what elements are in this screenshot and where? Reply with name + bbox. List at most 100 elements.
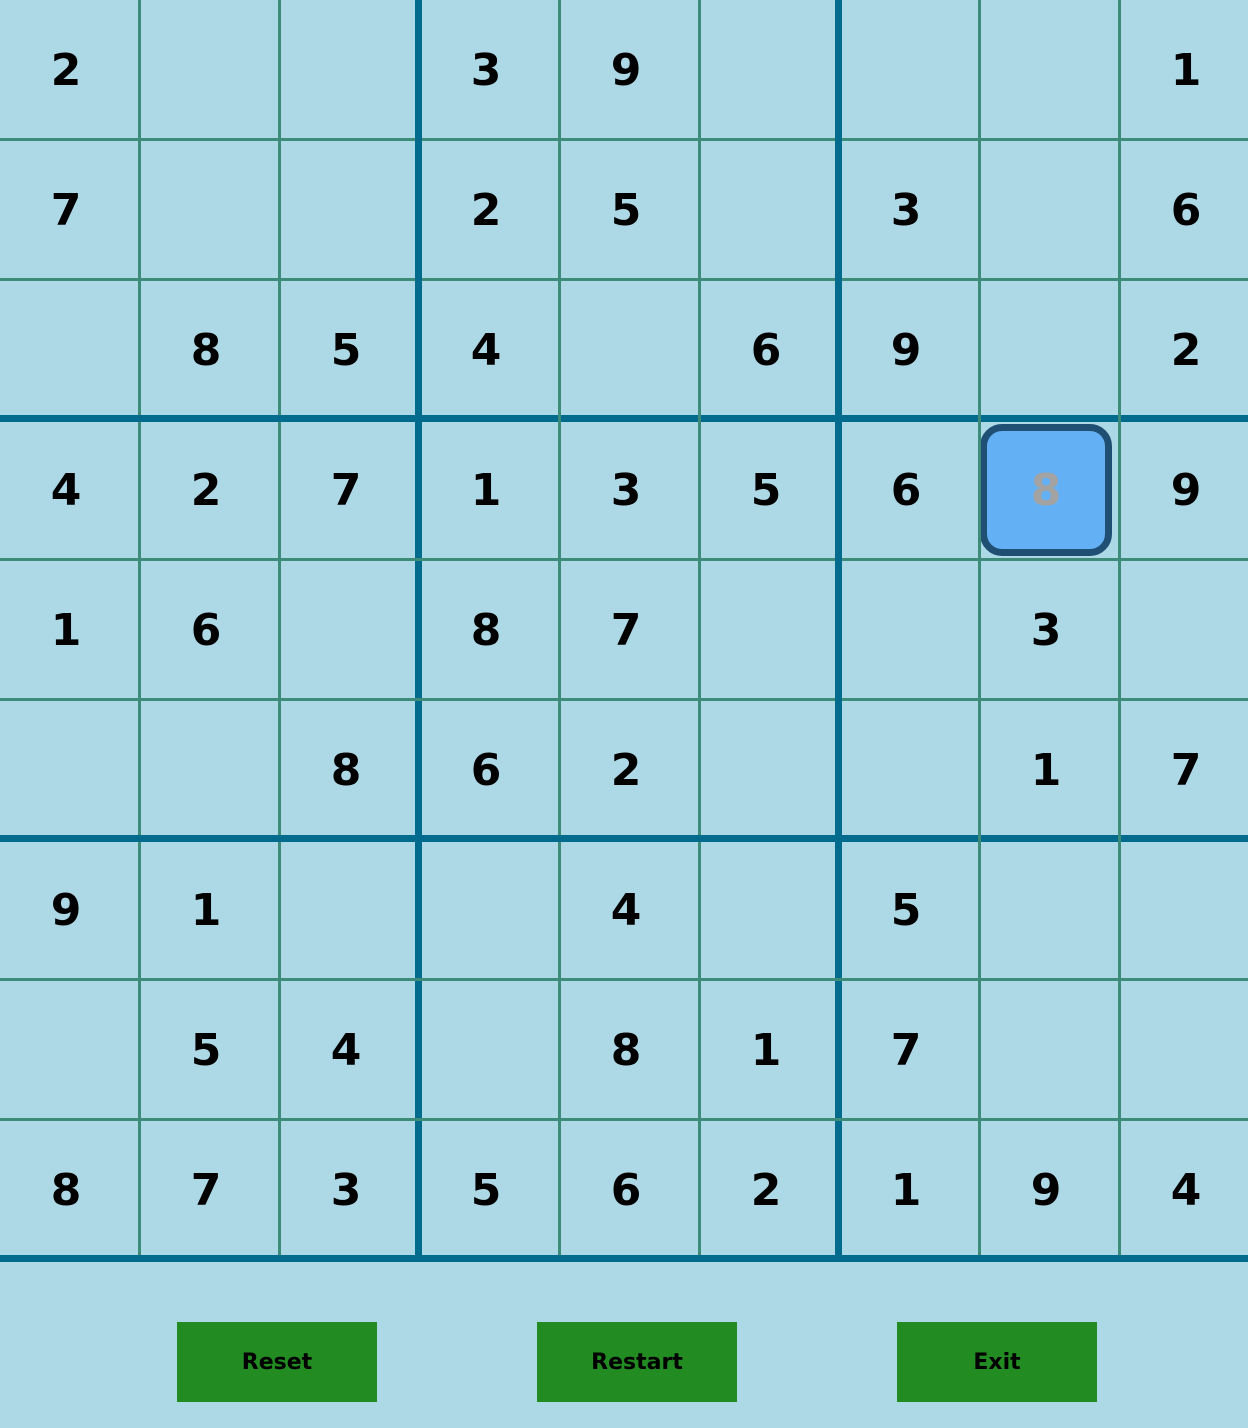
sudoku-cell-r5c3[interactable]	[276, 560, 416, 700]
sudoku-cell-r6c9[interactable]: 7	[1116, 700, 1248, 840]
sudoku-cell-r5c2[interactable]: 6	[136, 560, 276, 700]
sudoku-cell-r1c3[interactable]	[276, 0, 416, 140]
sudoku-cell-r7c6[interactable]	[696, 840, 836, 980]
sudoku-cell-r1c9[interactable]: 1	[1116, 0, 1248, 140]
sudoku-cell-r7c5[interactable]: 4	[556, 840, 696, 980]
sudoku-cell-r4c9[interactable]: 9	[1116, 420, 1248, 560]
sudoku-cell-r9c1[interactable]: 8	[0, 1120, 136, 1260]
sudoku-board: 2391725368546924271356891687386217914554…	[0, 0, 1248, 1268]
sudoku-cell-r2c5[interactable]: 5	[556, 140, 696, 280]
sudoku-cell-r1c8[interactable]	[976, 0, 1116, 140]
sudoku-cell-r8c8[interactable]	[976, 980, 1116, 1120]
sudoku-cell-r9c5[interactable]: 6	[556, 1120, 696, 1260]
grid-line-vertical	[698, 0, 701, 1260]
sudoku-cell-r8c3[interactable]: 4	[276, 980, 416, 1120]
sudoku-cell-r2c6[interactable]	[696, 140, 836, 280]
cell-value: 3	[470, 44, 502, 96]
sudoku-cell-r8c5[interactable]: 8	[556, 980, 696, 1120]
sudoku-cell-r2c3[interactable]	[276, 140, 416, 280]
restart-button[interactable]: Restart	[537, 1322, 737, 1402]
sudoku-cell-r4c6[interactable]: 5	[696, 420, 836, 560]
grid-line-horizontal	[0, 558, 1248, 561]
sudoku-cell-r3c8[interactable]	[976, 280, 1116, 420]
sudoku-cell-r2c1[interactable]: 7	[0, 140, 136, 280]
sudoku-cell-r1c7[interactable]	[836, 0, 976, 140]
sudoku-cell-r1c1[interactable]: 2	[0, 0, 136, 140]
sudoku-cell-r9c2[interactable]: 7	[136, 1120, 276, 1260]
reset-button[interactable]: Reset	[177, 1322, 377, 1402]
sudoku-cell-r8c9[interactable]	[1116, 980, 1248, 1120]
sudoku-cell-r8c4[interactable]	[416, 980, 556, 1120]
sudoku-cell-r5c1[interactable]: 1	[0, 560, 136, 700]
sudoku-cell-r4c3[interactable]: 7	[276, 420, 416, 560]
sudoku-cell-r6c4[interactable]: 6	[416, 700, 556, 840]
sudoku-cell-r9c9[interactable]: 4	[1116, 1120, 1248, 1260]
sudoku-cell-r9c4[interactable]: 5	[416, 1120, 556, 1260]
sudoku-cell-r9c8[interactable]: 9	[976, 1120, 1116, 1260]
sudoku-cell-r5c6[interactable]	[696, 560, 836, 700]
sudoku-cell-r5c4[interactable]: 8	[416, 560, 556, 700]
sudoku-cell-r5c9[interactable]	[1116, 560, 1248, 700]
sudoku-cell-r1c2[interactable]	[136, 0, 276, 140]
sudoku-cell-r2c4[interactable]: 2	[416, 140, 556, 280]
exit-button[interactable]: Exit	[897, 1322, 1097, 1402]
sudoku-cell-r6c6[interactable]	[696, 700, 836, 840]
sudoku-cell-r4c8[interactable]: 8	[976, 420, 1116, 560]
sudoku-cell-r3c3[interactable]: 5	[276, 280, 416, 420]
sudoku-cell-r7c7[interactable]: 5	[836, 840, 976, 980]
sudoku-cell-r6c2[interactable]	[136, 700, 276, 840]
sudoku-cell-r9c3[interactable]: 3	[276, 1120, 416, 1260]
cell-value: 3	[1030, 604, 1062, 656]
sudoku-cell-r4c2[interactable]: 2	[136, 420, 276, 560]
sudoku-cell-r4c7[interactable]: 6	[836, 420, 976, 560]
sudoku-cell-r3c7[interactable]: 9	[836, 280, 976, 420]
sudoku-cell-r4c4[interactable]: 1	[416, 420, 556, 560]
cell-value: 2	[1170, 324, 1202, 376]
sudoku-cell-r8c7[interactable]: 7	[836, 980, 976, 1120]
sudoku-cell-r1c5[interactable]: 9	[556, 0, 696, 140]
sudoku-cell-r5c7[interactable]	[836, 560, 976, 700]
sudoku-cell-r7c3[interactable]	[276, 840, 416, 980]
sudoku-cell-r6c3[interactable]: 8	[276, 700, 416, 840]
sudoku-cell-r9c6[interactable]: 2	[696, 1120, 836, 1260]
sudoku-cell-r7c2[interactable]: 1	[136, 840, 276, 980]
sudoku-cell-r4c1[interactable]: 4	[0, 420, 136, 560]
sudoku-cell-r2c7[interactable]: 3	[836, 140, 976, 280]
sudoku-cell-r3c5[interactable]	[556, 280, 696, 420]
cell-value: 1	[1030, 744, 1062, 796]
sudoku-cell-r6c1[interactable]	[0, 700, 136, 840]
sudoku-cell-r3c1[interactable]	[0, 280, 136, 420]
sudoku-cell-r3c2[interactable]: 8	[136, 280, 276, 420]
sudoku-cell-r1c6[interactable]	[696, 0, 836, 140]
sudoku-cell-r3c9[interactable]: 2	[1116, 280, 1248, 420]
cell-value: 4	[610, 884, 642, 936]
cell-value: 6	[470, 744, 502, 796]
sudoku-cell-r8c2[interactable]: 5	[136, 980, 276, 1120]
sudoku-cell-r3c6[interactable]: 6	[696, 280, 836, 420]
sudoku-cell-r8c1[interactable]	[0, 980, 136, 1120]
sudoku-cell-r7c9[interactable]	[1116, 840, 1248, 980]
sudoku-cell-r4c5[interactable]: 3	[556, 420, 696, 560]
grid-line-vertical	[278, 0, 281, 1260]
sudoku-cell-r7c4[interactable]	[416, 840, 556, 980]
sudoku-cell-r5c8[interactable]: 3	[976, 560, 1116, 700]
cell-value: 8	[610, 1024, 642, 1076]
sudoku-cell-r5c5[interactable]: 7	[556, 560, 696, 700]
sudoku-cell-r6c5[interactable]: 2	[556, 700, 696, 840]
sudoku-cell-r7c8[interactable]	[976, 840, 1116, 980]
cell-value: 1	[750, 1024, 782, 1076]
sudoku-cell-r1c4[interactable]: 3	[416, 0, 556, 140]
sudoku-cell-r6c7[interactable]	[836, 700, 976, 840]
sudoku-cell-r8c6[interactable]: 1	[696, 980, 836, 1120]
sudoku-cell-r7c1[interactable]: 9	[0, 840, 136, 980]
sudoku-cell-r2c9[interactable]: 6	[1116, 140, 1248, 280]
grid-line-vertical	[1118, 0, 1121, 1260]
cell-value: 9	[890, 324, 922, 376]
sudoku-cell-r2c8[interactable]	[976, 140, 1116, 280]
cell-value: 8	[190, 324, 222, 376]
sudoku-cell-r9c7[interactable]: 1	[836, 1120, 976, 1260]
sudoku-cell-r6c8[interactable]: 1	[976, 700, 1116, 840]
sudoku-cell-r2c2[interactable]	[136, 140, 276, 280]
cell-value: 9	[610, 44, 642, 96]
sudoku-cell-r3c4[interactable]: 4	[416, 280, 556, 420]
